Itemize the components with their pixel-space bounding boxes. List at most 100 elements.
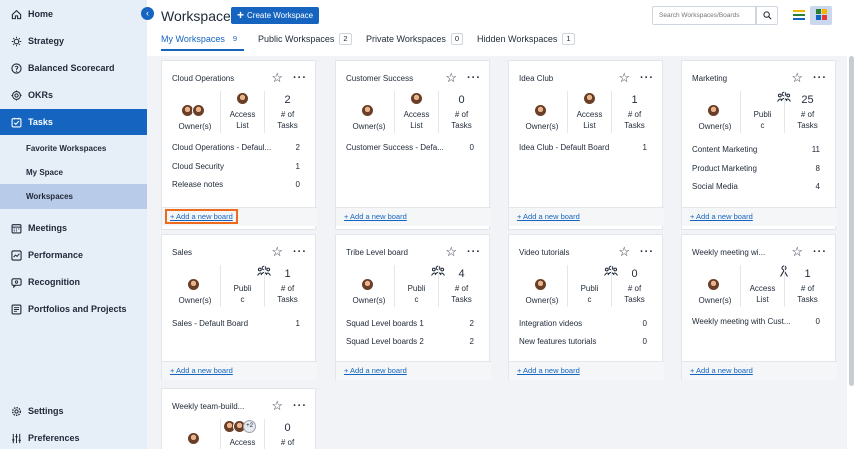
board-row[interactable]: Squad Level boards 22	[346, 337, 474, 346]
star-icon[interactable]: ☆	[791, 71, 803, 84]
owners[interactable]: Owner(s)	[690, 265, 740, 307]
workspace-card-customer-success[interactable]: Customer Success ☆ ··· Owner(s) Access Lis…	[335, 60, 491, 230]
workspace-card-video-tutorials[interactable]: Video tutorials ☆ ··· Owner(s) Publi c 0 #…	[508, 234, 664, 380]
access-public[interactable]: Publi c	[394, 265, 445, 307]
access-list[interactable]: Access List	[567, 91, 611, 133]
workspace-card-sales[interactable]: Sales ☆ ··· Owner(s) Publi c 1 # of Tasks …	[161, 234, 317, 380]
owners[interactable]: Owner(s)	[344, 265, 394, 307]
task-count: 4 # of Tasks	[438, 265, 484, 307]
scrollbar[interactable]	[849, 56, 854, 386]
owners[interactable]: Owner(s)	[517, 91, 567, 133]
workspace-card-weekly-meeting[interactable]: Weekly meeting wi... ☆ ··· Owner(s) Access…	[681, 234, 837, 380]
workspace-card-tribe-level-board[interactable]: Tribe Level board ☆ ··· Owner(s) Publi c 4…	[335, 234, 491, 380]
access-list[interactable]: +2 Access	[220, 419, 264, 449]
add-board-link[interactable]: + Add a new board	[170, 366, 233, 375]
sidebar-subitem-workspaces[interactable]: Workspaces	[0, 184, 147, 209]
access-list[interactable]: Access List	[220, 91, 264, 133]
add-board-link[interactable]: + Add a new board	[165, 209, 238, 224]
search-input[interactable]	[652, 6, 756, 25]
board-row[interactable]: Content Marketing 11	[692, 145, 820, 154]
more-options-icon[interactable]: ···	[467, 247, 481, 258]
add-board-link[interactable]: + Add a new board	[517, 366, 580, 375]
more-options-icon[interactable]: ···	[640, 247, 654, 258]
board-row[interactable]: Social Media 4	[692, 182, 820, 191]
more-options-icon[interactable]: ···	[813, 247, 827, 258]
create-workspace-button[interactable]: + Create Workspace	[231, 7, 320, 24]
owners[interactable]: Owner(s)	[170, 91, 220, 133]
sidebar-subitem-favorite-workspaces[interactable]: Favorite Workspaces	[0, 136, 147, 161]
collapse-sidebar-button[interactable]: ‹	[141, 7, 154, 20]
star-icon[interactable]: ☆	[271, 245, 283, 258]
search-icon	[762, 7, 772, 25]
board-row[interactable]: Cloud Operations - Defaul... 2	[172, 143, 300, 152]
workspace-card-weekly-team-building[interactable]: Weekly team-build... ☆ ··· +2 Access 0 # o…	[161, 388, 316, 449]
sidebar-item-meetings[interactable]: Meetings	[0, 218, 147, 238]
workspace-card-cloud-operations[interactable]: Cloud Operations ☆ ··· Owner(s) Access Lis…	[161, 60, 317, 230]
tab-hidden-workspaces[interactable]: Hidden Workspaces 1	[477, 32, 575, 46]
more-options-icon[interactable]: ···	[813, 73, 827, 84]
tab-count: 2	[339, 33, 352, 45]
add-board-link[interactable]: + Add a new board	[344, 366, 407, 375]
sidebar-item-okrs[interactable]: OKRs	[0, 85, 147, 105]
more-options-icon[interactable]: ···	[640, 73, 654, 84]
owners[interactable]: Owner(s)	[517, 265, 567, 307]
star-icon[interactable]: ☆	[271, 71, 283, 84]
board-row[interactable]: Customer Success - Defa... 0	[346, 143, 474, 152]
board-row[interactable]: Cloud Security 1	[172, 162, 300, 171]
star-icon[interactable]: ☆	[618, 71, 630, 84]
sidebar-item-portfolios-and-projects[interactable]: Portfolios and Projects	[0, 299, 147, 319]
board-row[interactable]: Squad Level boards 12	[346, 319, 474, 328]
sidebar-item-tasks[interactable]: Tasks	[0, 109, 147, 135]
star-icon[interactable]: ☆	[445, 245, 457, 258]
sidebar-item-home[interactable]: Home	[0, 4, 147, 24]
sidebar-item-settings[interactable]: Settings	[0, 401, 147, 421]
task-count: 2 # of Tasks	[264, 91, 310, 133]
access-public[interactable]: Publi c	[220, 265, 271, 307]
sidebar-item-strategy[interactable]: Strategy	[0, 31, 147, 51]
access-list[interactable]: Access List	[740, 265, 788, 307]
more-options-icon[interactable]: ···	[293, 401, 307, 412]
access-public[interactable]: Publi c	[740, 91, 791, 133]
more-options-icon[interactable]: ···	[467, 73, 481, 84]
grid-view-button[interactable]	[810, 6, 832, 25]
owners[interactable]: Owner(s)	[690, 91, 740, 133]
board-row[interactable]: Integration videos 0	[519, 319, 647, 328]
sidebar-item-performance[interactable]: Performance	[0, 245, 147, 265]
sidebar-subitem-my-space[interactable]: My Space	[0, 160, 147, 185]
more-options-icon[interactable]: ···	[293, 247, 307, 258]
star-icon[interactable]: ☆	[271, 399, 283, 412]
sidebar-item-balanced-scorecard[interactable]: Balanced Scorecard	[0, 58, 147, 78]
owners[interactable]: Owner(s)	[344, 91, 394, 133]
more-members-badge[interactable]: +2	[243, 420, 256, 433]
workspace-card-idea-club[interactable]: Idea Club ☆ ··· Owner(s) Access List 1 # o…	[508, 60, 664, 230]
board-row[interactable]: Weekly meeting with Cust... 0	[692, 317, 820, 326]
board-row[interactable]: New features tutorials 0	[519, 337, 647, 346]
board-row[interactable]: Sales - Default Board 1	[172, 319, 300, 328]
owners[interactable]: Owner(s)	[170, 265, 220, 307]
more-options-icon[interactable]: ···	[293, 73, 307, 84]
avatar	[707, 104, 720, 117]
search-button[interactable]	[756, 6, 778, 25]
add-board-link[interactable]: + Add a new board	[344, 212, 407, 221]
tab-public-workspaces[interactable]: Public Workspaces 2	[258, 32, 352, 46]
list-view-button[interactable]	[789, 6, 809, 25]
add-board-link[interactable]: + Add a new board	[690, 366, 753, 375]
workspace-card-marketing[interactable]: Marketing ☆ ··· Owner(s) Publi c 25 # of T…	[681, 60, 837, 230]
tab-private-workspaces[interactable]: Private Workspaces 0	[366, 32, 464, 46]
board-row[interactable]: Product Marketing 8	[692, 164, 820, 173]
sidebar-item-preferences[interactable]: Preferences	[0, 428, 147, 448]
add-board-link[interactable]: + Add a new board	[690, 212, 753, 221]
access-list[interactable]: Access List	[394, 91, 438, 133]
task-count: 25 # of Tasks	[784, 91, 830, 133]
sidebar-item-recognition[interactable]: Recognition	[0, 272, 147, 292]
star-icon[interactable]: ☆	[618, 245, 630, 258]
board-row[interactable]: Release notes 0	[172, 180, 300, 189]
star-icon[interactable]: ☆	[445, 71, 457, 84]
owners[interactable]	[170, 419, 220, 449]
access-public[interactable]: Publi c	[567, 265, 618, 307]
tab-my-workspaces[interactable]: My Workspaces 9	[161, 32, 240, 46]
star-icon[interactable]: ☆	[791, 245, 803, 258]
board-row[interactable]: Idea Club - Default Board 1	[519, 143, 647, 152]
workspace-name: Sales	[172, 247, 193, 257]
add-board-link[interactable]: + Add a new board	[517, 212, 580, 221]
